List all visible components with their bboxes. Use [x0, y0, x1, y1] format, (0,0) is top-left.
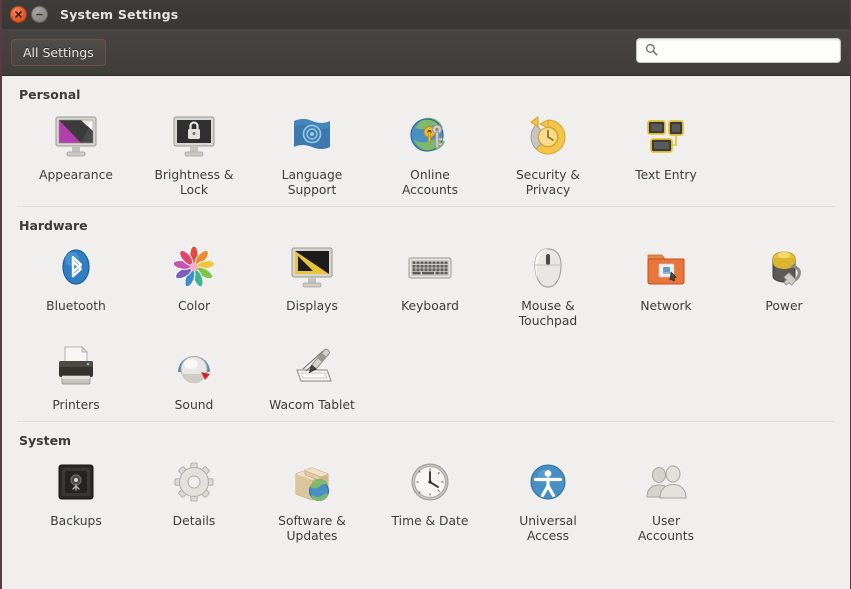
settings-item-label: Sound: [174, 398, 214, 412]
section-title-personal: Personal: [19, 87, 81, 102]
settings-item-brightness-lock[interactable]: Brightness & Lock: [135, 107, 253, 206]
settings-item-label: Network: [640, 299, 692, 313]
settings-item-details[interactable]: Details: [135, 453, 253, 552]
software-updates-icon: [288, 459, 336, 507]
printers-icon: [52, 343, 100, 391]
settings-item-printers[interactable]: Printers: [17, 337, 135, 421]
minimize-icon[interactable]: [31, 6, 48, 23]
section-hardware: Hardware Bluetooth Color Displays Keyboa…: [17, 206, 835, 421]
settings-item-time-date[interactable]: Time & Date: [371, 453, 489, 552]
settings-item-label: Details: [172, 514, 216, 528]
time-date-icon: [406, 459, 454, 507]
window-buttons: [10, 6, 48, 23]
search-box[interactable]: [636, 38, 841, 63]
all-settings-button[interactable]: All Settings: [11, 38, 106, 66]
section-personal: Personal Appearance Brightness & Lock La…: [17, 76, 835, 206]
bluetooth-icon: [52, 244, 100, 292]
section-title-hardware: Hardware: [19, 218, 88, 233]
wacom-tablet-icon: [288, 343, 336, 391]
settings-item-security-privacy[interactable]: Security & Privacy: [489, 107, 607, 206]
search-input[interactable]: [664, 43, 834, 58]
window-title: System Settings: [60, 7, 179, 22]
settings-item-bluetooth[interactable]: Bluetooth: [17, 238, 135, 337]
section-system: System Backups Details Software & Update…: [17, 421, 835, 552]
settings-item-text-entry[interactable]: Text Entry: [607, 107, 725, 206]
settings-item-label: Online Accounts: [401, 168, 459, 197]
settings-item-label: Brightness & Lock: [154, 168, 234, 197]
settings-item-power[interactable]: Power: [725, 238, 843, 337]
user-accounts-icon: [642, 459, 690, 507]
settings-item-label: Mouse & Touchpad: [518, 299, 578, 328]
settings-item-universal-access[interactable]: Universal Access: [489, 453, 607, 552]
online-accounts-icon: [406, 113, 454, 161]
power-icon: [760, 244, 808, 292]
settings-item-keyboard[interactable]: Keyboard: [371, 238, 489, 337]
appearance-icon: [52, 113, 100, 161]
details-icon: [170, 459, 218, 507]
settings-item-network[interactable]: Network: [607, 238, 725, 337]
settings-item-label: Displays: [286, 299, 338, 313]
toolbar: All Settings: [2, 29, 850, 76]
settings-item-label: Keyboard: [401, 299, 459, 313]
grid-hardware: Bluetooth Color Displays Keyboard Mouse …: [17, 238, 835, 421]
settings-item-label: Language Support: [281, 168, 343, 197]
settings-item-color[interactable]: Color: [135, 238, 253, 337]
settings-item-user-accounts[interactable]: User Accounts: [607, 453, 725, 552]
settings-item-label: Backups: [50, 514, 102, 528]
settings-item-online-accounts[interactable]: Online Accounts: [371, 107, 489, 206]
mouse-touchpad-icon: [524, 244, 572, 292]
settings-item-mouse-touchpad[interactable]: Mouse & Touchpad: [489, 238, 607, 337]
security-privacy-icon: [524, 113, 572, 161]
section-title-system: System: [19, 433, 72, 448]
system-settings-window: System Settings All Settings Personal Ap…: [0, 0, 851, 589]
settings-item-label: Appearance: [39, 168, 113, 182]
settings-item-language-support[interactable]: Language Support: [253, 107, 371, 206]
keyboard-icon: [406, 244, 454, 292]
color-icon: [170, 244, 218, 292]
network-icon: [642, 244, 690, 292]
backups-icon: [52, 459, 100, 507]
settings-item-label: Wacom Tablet: [269, 398, 355, 412]
settings-item-displays[interactable]: Displays: [253, 238, 371, 337]
settings-item-label: Text Entry: [635, 168, 697, 182]
settings-item-label: Software & Updates: [278, 514, 346, 543]
settings-item-sound[interactable]: Sound: [135, 337, 253, 421]
settings-item-label: Power: [765, 299, 803, 313]
displays-icon: [288, 244, 336, 292]
brightness-lock-icon: [170, 113, 218, 161]
settings-content: Personal Appearance Brightness & Lock La…: [2, 76, 850, 589]
settings-item-label: Universal Access: [519, 514, 577, 543]
close-icon[interactable]: [10, 6, 27, 23]
settings-item-software-updates[interactable]: Software & Updates: [253, 453, 371, 552]
settings-item-label: Bluetooth: [46, 299, 106, 313]
language-support-icon: [288, 113, 336, 161]
settings-item-label: Color: [177, 299, 211, 313]
settings-item-label: User Accounts: [637, 514, 695, 543]
sound-icon: [170, 343, 218, 391]
titlebar: System Settings: [2, 0, 850, 29]
universal-access-icon: [524, 459, 572, 507]
settings-item-backups[interactable]: Backups: [17, 453, 135, 552]
settings-item-label: Time & Date: [391, 514, 469, 528]
settings-item-label: Printers: [52, 398, 100, 412]
search-icon: [645, 41, 658, 60]
grid-system: Backups Details Software & Updates Time …: [17, 453, 835, 552]
settings-item-wacom-tablet[interactable]: Wacom Tablet: [253, 337, 371, 421]
settings-item-appearance[interactable]: Appearance: [17, 107, 135, 206]
grid-personal: Appearance Brightness & Lock Language Su…: [17, 107, 835, 206]
text-entry-icon: [642, 113, 690, 161]
settings-item-label: Security & Privacy: [516, 168, 580, 197]
